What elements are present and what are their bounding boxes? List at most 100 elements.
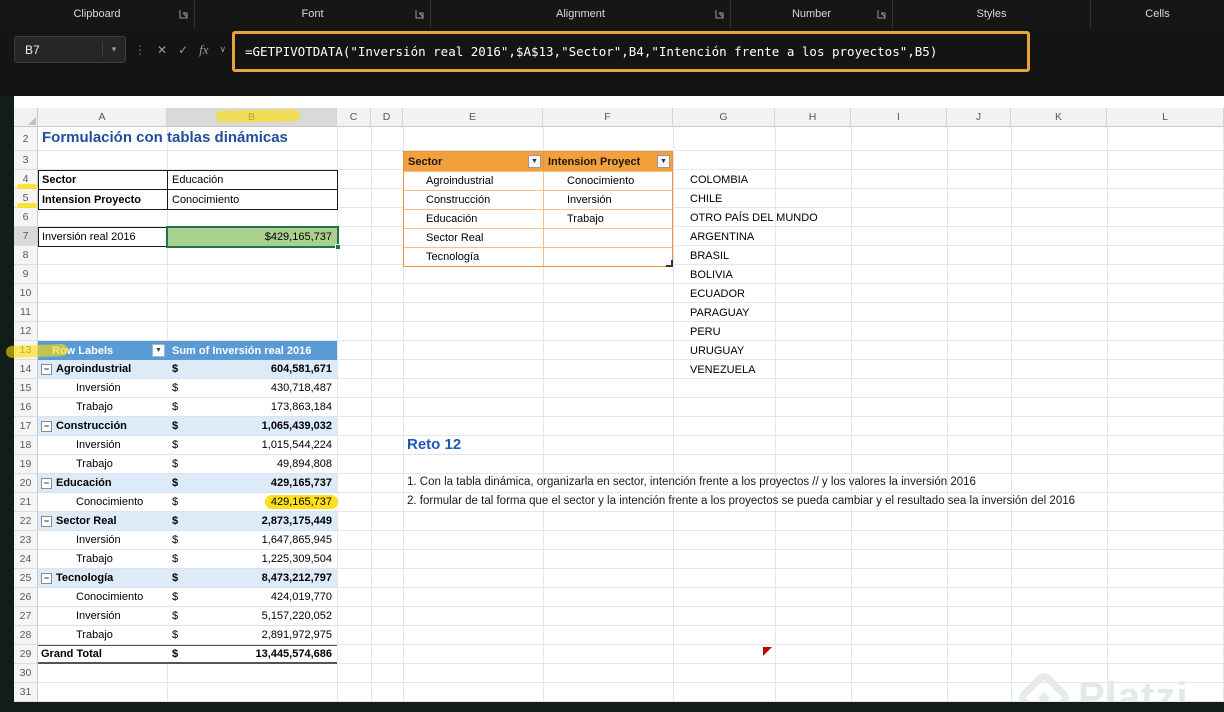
pivot-row-value-cell[interactable]: $ 2,891,972,975 xyxy=(167,626,337,644)
row-header[interactable]: 12 xyxy=(14,322,38,341)
pivot-row-value-cell[interactable]: $ 5,157,220,052 xyxy=(167,607,337,625)
country-cell[interactable]: VENEZUELA xyxy=(673,360,813,379)
row-header[interactable]: 5 xyxy=(14,189,38,208)
pivot-row-value-cell[interactable]: $ 424,019,770 xyxy=(167,588,337,606)
country-cell[interactable]: CHILE xyxy=(673,189,813,208)
intension-cell[interactable]: Conocimiento xyxy=(544,171,672,190)
row-header[interactable]: 2 xyxy=(14,127,38,151)
sector-cell[interactable]: Educación xyxy=(404,209,544,228)
table-resize-handle[interactable] xyxy=(666,260,673,267)
column-header[interactable]: L xyxy=(1107,108,1224,127)
row-header[interactable]: 22 xyxy=(14,512,38,531)
row-header[interactable]: 10 xyxy=(14,284,38,303)
pivot-row-value-cell[interactable]: $ 1,015,544,224 xyxy=(167,436,337,454)
country-cell[interactable]: PERU xyxy=(673,322,813,341)
country-cell[interactable]: COLOMBIA xyxy=(673,170,813,189)
pivot-row-label-cell[interactable]: − Conocimiento xyxy=(38,493,167,511)
row-header[interactable]: 20 xyxy=(14,474,38,493)
pivot-row[interactable]: − Grand Total $ 13,445,574,686 xyxy=(38,645,337,664)
pivot-row-label-cell[interactable]: − Inversión xyxy=(38,379,167,397)
pivot-row-label-cell[interactable]: − Tecnología xyxy=(38,569,167,587)
sector-table-row[interactable]: Sector Real xyxy=(404,228,672,247)
pivot-row[interactable]: − Trabajo $ 49,894,808 xyxy=(38,455,337,474)
row-header[interactable]: 23 xyxy=(14,531,38,550)
pivot-row[interactable]: − Inversión $ 430,718,487 xyxy=(38,379,337,398)
row-header[interactable]: 29 xyxy=(14,645,38,664)
collapse-button[interactable]: − xyxy=(41,572,52,584)
pivot-row[interactable]: − Trabajo $ 2,891,972,975 xyxy=(38,626,337,645)
pivot-row[interactable]: − Sector Real $ 2,873,175,449 xyxy=(38,512,337,531)
pivot-row-value-cell[interactable]: $ 429,165,737 xyxy=(167,474,337,492)
country-cell[interactable]: BOLIVIA xyxy=(673,265,813,284)
sheet-title-cell[interactable]: Formulación con tablas dinámicas xyxy=(42,129,288,146)
column-header[interactable]: B xyxy=(167,108,337,127)
intension-header-cell[interactable]: Intension Proyect ▼ xyxy=(544,152,672,171)
row-header[interactable]: 7 xyxy=(14,227,38,246)
column-header[interactable]: F xyxy=(543,108,673,127)
pivot-row-value-cell[interactable]: $ 49,894,808 xyxy=(167,455,337,473)
fill-handle[interactable] xyxy=(335,244,341,250)
sector-table-row[interactable]: Construcción Inversión xyxy=(404,190,672,209)
intension-cell[interactable] xyxy=(544,228,672,247)
pivot-row-value-cell[interactable]: $ 430,718,487 xyxy=(167,379,337,397)
reto-instruction-2[interactable]: 2. formular de tal forma que el sector y… xyxy=(407,495,1075,507)
pivot-row-label-cell[interactable]: − Grand Total xyxy=(38,646,167,662)
row-header[interactable]: 31 xyxy=(14,683,38,702)
expand-formula-icon[interactable]: ∨ xyxy=(220,44,227,55)
pivot-row[interactable]: − Tecnología $ 8,473,212,797 xyxy=(38,569,337,588)
pivot-row-label-cell[interactable]: − Conocimiento xyxy=(38,588,167,606)
formula-input[interactable]: =GETPIVOTDATA("Inversión real 2016",$A$1… xyxy=(232,31,1030,72)
row-header[interactable]: 11 xyxy=(14,303,38,322)
collapse-button[interactable]: − xyxy=(41,363,52,375)
pivot-row[interactable]: − Construcción $ 1,065,439,032 xyxy=(38,417,337,436)
intension-label-cell[interactable]: Intension Proyecto xyxy=(39,190,168,209)
sector-label-cell[interactable]: Sector xyxy=(39,171,168,190)
country-cell[interactable]: URUGUAY xyxy=(673,341,813,360)
pivot-row[interactable]: − Agroindustrial $ 604,581,671 xyxy=(38,360,337,379)
pivot-row-label-cell[interactable]: − Educación xyxy=(38,474,167,492)
pivot-row[interactable]: − Inversión $ 5,157,220,052 xyxy=(38,607,337,626)
pivot-row-value-cell[interactable]: $ 1,647,865,945 xyxy=(167,531,337,549)
row-header[interactable]: 4 xyxy=(14,170,38,189)
row-header[interactable]: 24 xyxy=(14,550,38,569)
pivot-row[interactable]: − Trabajo $ 173,863,184 xyxy=(38,398,337,417)
name-box[interactable]: B7 ▾ xyxy=(14,36,126,63)
pivot-row-label-cell[interactable]: − Sector Real xyxy=(38,512,167,530)
country-cell[interactable]: BRASIL xyxy=(673,246,813,265)
selected-cell-b7[interactable]: $429,165,737 xyxy=(166,226,341,250)
pivot-row[interactable]: − Conocimiento $ 429,165,737 xyxy=(38,493,338,512)
pivot-row-label-cell[interactable]: − Inversión xyxy=(38,436,167,454)
column-header[interactable]: K xyxy=(1011,108,1107,127)
row-header[interactable]: 6 xyxy=(14,208,38,227)
sector-value-cell[interactable]: Educación xyxy=(168,171,337,190)
pivot-row[interactable]: − Conocimiento $ 424,019,770 xyxy=(38,588,337,607)
sector-cell[interactable]: Agroindustrial xyxy=(404,171,544,190)
row-labels-filter-dropdown[interactable]: ▼ xyxy=(152,344,165,357)
reto-title-cell[interactable]: Reto 12 xyxy=(407,436,461,453)
row-header[interactable]: 16 xyxy=(14,398,38,417)
column-header[interactable]: A xyxy=(38,108,167,127)
sector-filter-dropdown[interactable]: ▼ xyxy=(528,155,541,168)
pivot-row[interactable]: − Inversión $ 1,015,544,224 xyxy=(38,436,337,455)
row-header[interactable]: 27 xyxy=(14,607,38,626)
row-header[interactable]: 13 xyxy=(14,341,38,360)
dialog-launcher-icon[interactable] xyxy=(415,9,425,19)
pivot-row-label-cell[interactable]: − Trabajo xyxy=(38,626,167,644)
values-header-cell[interactable]: Sum of Inversión real 2016 xyxy=(167,341,337,360)
row-header[interactable]: 8 xyxy=(14,246,38,265)
pivot-row-value-cell[interactable]: $ 173,863,184 xyxy=(167,398,337,416)
sector-table-row[interactable]: Tecnología xyxy=(404,247,672,266)
collapse-button[interactable]: − xyxy=(41,515,52,527)
pivot-row-value-cell[interactable]: $ 8,473,212,797 xyxy=(167,569,337,587)
row-header[interactable]: 3 xyxy=(14,151,38,170)
enter-button[interactable]: ✓ xyxy=(178,43,188,57)
column-header[interactable]: D xyxy=(371,108,403,127)
intension-cell[interactable] xyxy=(544,247,672,266)
collapse-button[interactable]: − xyxy=(41,420,52,432)
row-header[interactable]: 21 xyxy=(14,493,38,512)
intension-cell[interactable]: Inversión xyxy=(544,190,672,209)
pivot-row-label-cell[interactable]: − Agroindustrial xyxy=(38,360,167,378)
insert-function-button[interactable]: fx xyxy=(199,42,208,58)
row-header[interactable]: 15 xyxy=(14,379,38,398)
column-header[interactable]: C xyxy=(337,108,371,127)
